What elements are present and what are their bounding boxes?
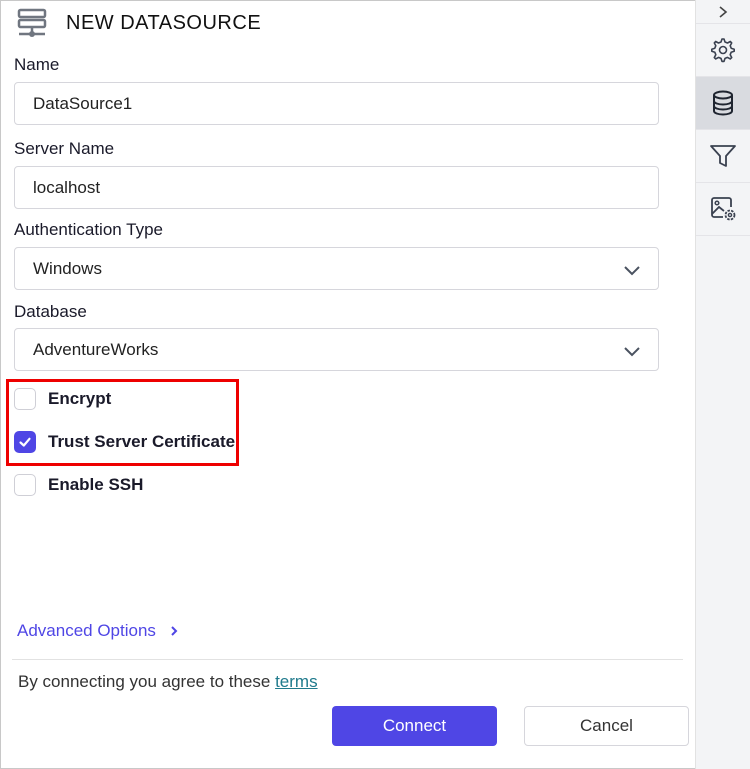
gear-icon	[711, 38, 735, 63]
authentication-type-dropdown[interactable]: Windows	[14, 247, 659, 290]
advanced-options-link[interactable]: Advanced Options	[17, 621, 180, 641]
name-input[interactable]: DataSource1	[14, 82, 659, 125]
database-dropdown[interactable]: AdventureWorks	[14, 328, 659, 371]
authentication-type-value: Windows	[33, 258, 102, 278]
terms-text: By connecting you agree to these terms	[18, 672, 318, 692]
enable-ssh-checkbox-row[interactable]: Enable SSH	[14, 473, 143, 497]
panel-header: NEW DATASOURCE	[16, 8, 261, 38]
database-value: AdventureWorks	[33, 339, 159, 359]
terms-link[interactable]: terms	[275, 672, 318, 691]
sidebar-toggle[interactable]	[696, 0, 750, 24]
enable-ssh-label: Enable SSH	[48, 475, 144, 494]
server-name-input[interactable]: localhost	[14, 166, 659, 209]
cancel-button[interactable]: Cancel	[524, 706, 689, 746]
database-label: Database	[14, 302, 87, 321]
chevron-right-icon	[719, 5, 728, 18]
right-sidebar	[695, 0, 750, 769]
sidebar-item-settings[interactable]	[696, 24, 750, 77]
name-input-value: DataSource1	[33, 93, 133, 113]
server-name-label: Server Name	[14, 139, 115, 158]
authentication-type-label: Authentication Type	[14, 220, 164, 239]
advanced-options-label: Advanced Options	[17, 621, 156, 640]
sidebar-item-database[interactable]	[696, 77, 750, 130]
enable-ssh-checkbox[interactable]	[14, 474, 36, 496]
server-name-input-value: localhost	[33, 177, 101, 197]
sidebar-item-image-settings[interactable]	[696, 183, 750, 236]
terms-prefix: By connecting you agree to these	[18, 672, 271, 691]
highlight-box	[6, 379, 239, 466]
chevron-down-icon	[624, 266, 640, 276]
sidebar-item-filter[interactable]	[696, 130, 750, 183]
name-label: Name	[14, 55, 60, 74]
chevron-right-icon	[171, 626, 178, 636]
filter-icon	[710, 145, 736, 167]
image-settings-icon	[711, 197, 736, 221]
connect-button[interactable]: Connect	[332, 706, 497, 746]
page-title: NEW DATASOURCE	[66, 11, 262, 34]
chevron-down-icon	[624, 347, 640, 357]
database-icon	[713, 90, 733, 116]
datasource-icon	[17, 8, 47, 37]
datasource-panel: NEW DATASOURCE Name DataSource1 Server N…	[0, 0, 696, 769]
divider	[12, 659, 683, 660]
